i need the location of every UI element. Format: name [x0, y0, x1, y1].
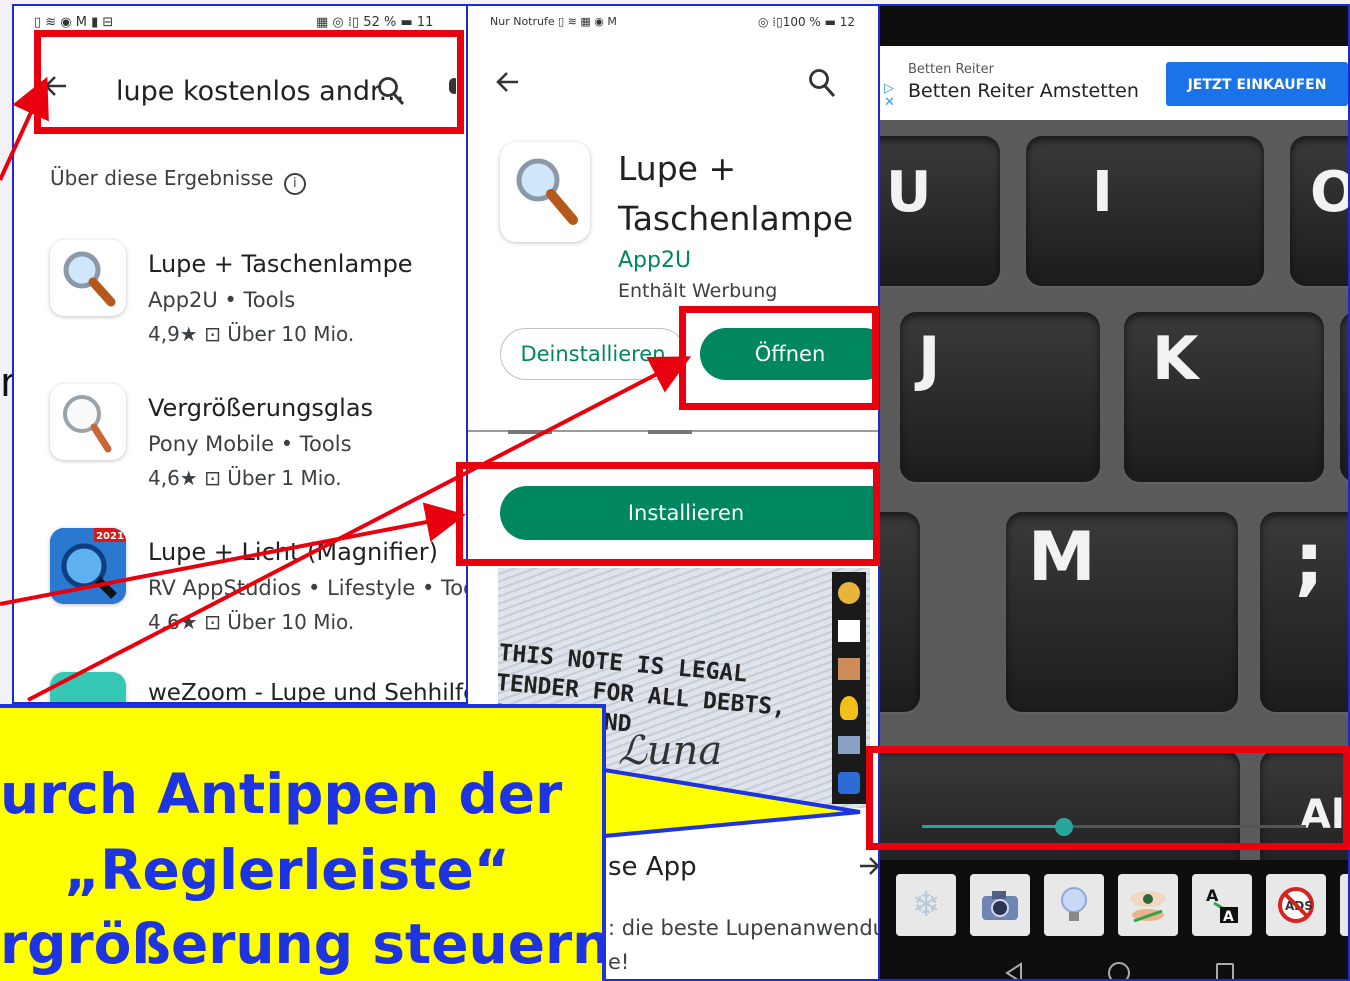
- callout-line-3: rgrößerung steuern!: [0, 912, 606, 976]
- callout-line-1: urch Antippen der: [0, 762, 563, 826]
- callout-line-2: „Reglerleiste“: [64, 838, 510, 902]
- instruction-callout: urch Antippen der „Reglerleiste“ rgrößer…: [0, 704, 606, 981]
